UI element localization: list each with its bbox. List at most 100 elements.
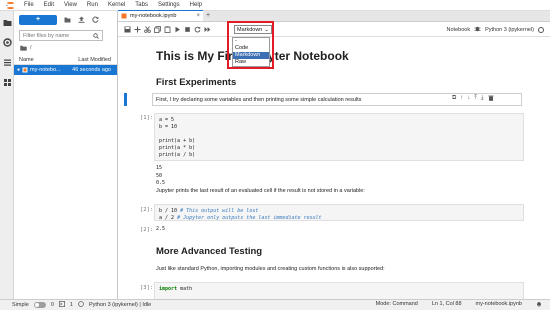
column-last-modified[interactable]: Last Modified (78, 57, 111, 63)
code-line: print(a + b) (159, 138, 196, 144)
markdown-text-1: First, I try declaring some variables an… (156, 97, 362, 103)
filter-files-input[interactable]: Filter files by name (19, 30, 103, 41)
file-name: my-notebo... (30, 67, 61, 73)
notebook-toolbar: Markdown ⌄ Notebook Python 3 (ipykernel) (118, 22, 550, 37)
editor-mode: Mode: Command (375, 301, 418, 307)
menu-settings[interactable]: Settings (153, 0, 185, 11)
folder-breadcrumb-icon (20, 45, 27, 51)
file-browser-toolbar: + (14, 11, 117, 28)
output-prompt-2: [2]: (140, 227, 154, 233)
folder-icon[interactable] (3, 18, 12, 27)
save-icon[interactable] (122, 24, 132, 34)
highlight-box (227, 21, 274, 69)
search-icon (93, 32, 99, 39)
run-icon[interactable] (172, 24, 182, 34)
notebook-label[interactable]: Notebook (447, 27, 471, 33)
copy-icon[interactable] (152, 24, 162, 34)
file-list-header: Name Last Modified (14, 56, 117, 65)
output-line: 50 (156, 172, 163, 179)
file-row[interactable]: ● my-notebo... 46 seconds ago (14, 65, 117, 75)
paste-icon[interactable] (162, 24, 172, 34)
stop-icon[interactable] (182, 24, 192, 34)
kernel-status-icon (538, 26, 544, 33)
output-line: 15 (156, 165, 163, 171)
menu-help[interactable]: Help (185, 0, 207, 11)
terminal-icon (58, 301, 65, 309)
active-cell-indicator (124, 93, 127, 106)
running-dot-icon: ● (17, 67, 21, 73)
file-modified: 46 seconds ago (72, 67, 111, 73)
add-tab-button[interactable]: + (203, 10, 213, 21)
insert-cell-icon[interactable] (132, 24, 142, 34)
insert-above-icon[interactable]: ⤒ (474, 95, 477, 103)
output-line: 0.5 (156, 180, 166, 186)
breadcrumb[interactable]: / (14, 43, 117, 52)
code-cell-1[interactable]: a = 5 b = 10 print(a + b) print(a * b) p… (154, 113, 524, 161)
running-kernels-icon[interactable] (3, 38, 12, 47)
fast-forward-icon[interactable] (202, 24, 212, 34)
tab-close-icon[interactable]: × (196, 13, 200, 19)
move-down-icon[interactable]: ↓ (467, 95, 470, 103)
tab-bar: my-notebook.ipynb × + (118, 10, 550, 22)
simple-mode-toggle[interactable] (33, 302, 46, 308)
jupyter-logo-icon (6, 1, 15, 10)
move-up-icon[interactable]: ↑ (460, 95, 463, 103)
file-browser: + Filter files by name / Name Last Modif… (14, 11, 118, 299)
refresh-icon[interactable] (92, 16, 99, 23)
delete-cell-icon[interactable] (488, 95, 494, 103)
heading-first-experiments: First Experiments (156, 77, 237, 88)
upload-icon[interactable] (78, 16, 85, 23)
menu-edit[interactable]: Edit (39, 0, 59, 11)
code-line: print(a / b) (159, 152, 196, 158)
extensions-icon[interactable] (3, 78, 12, 87)
tab-title: my-notebook.ipynb (130, 13, 177, 19)
kernel-count-icon (78, 301, 84, 309)
menu-view[interactable]: View (59, 0, 82, 11)
table-of-contents-icon[interactable] (3, 58, 12, 67)
simple-mode-label: Simple (12, 302, 29, 308)
duplicate-cell-icon[interactable]: ⧉ (452, 95, 456, 103)
kernel-status[interactable]: Python 3 (ipykernel) | Idle (89, 302, 151, 308)
terminals-count[interactable]: 0 (51, 302, 54, 308)
cursor-position[interactable]: Ln 1, Col 88 (432, 301, 462, 309)
code-cell-2[interactable]: b / 10 # This output will be lost a / 2 … (154, 204, 524, 221)
code-line: a / 2 # Jupyter only outputs the last im… (159, 215, 322, 221)
insert-below-icon[interactable]: ⤓ (481, 95, 484, 103)
markdown-text-2: Jupyter prints the last result of an eva… (156, 188, 365, 194)
notebook-content[interactable]: This is My First Jupyter Notebook First … (118, 37, 550, 299)
input-prompt-3: [3]: (140, 285, 154, 291)
status-bar: Simple 0 1 Python 3 (ipykernel) | Idle M… (0, 299, 550, 310)
input-prompt-2: [2]: (140, 207, 154, 213)
kernels-count[interactable]: 1 (70, 302, 73, 308)
heading-more-advanced-testing: More Advanced Testing (156, 246, 263, 257)
notebook-tab-icon (121, 13, 127, 19)
new-folder-icon[interactable] (64, 16, 71, 23)
code-line: b = 10 (159, 124, 178, 130)
menu-file[interactable]: File (19, 0, 39, 11)
output-1: 15 50 0.5 (156, 165, 165, 188)
activity-bar (0, 11, 14, 299)
kernel-name[interactable]: Python 3 (ipykernel) (485, 27, 534, 33)
notebook-file-icon (22, 67, 28, 73)
notification-bell-icon[interactable] (536, 301, 542, 309)
input-prompt-1: [1]: (140, 115, 154, 121)
bug-icon[interactable] (474, 25, 481, 34)
cut-icon[interactable] (142, 24, 152, 34)
menu-tabs[interactable]: Tabs (130, 0, 153, 11)
menu-run[interactable]: Run (82, 0, 103, 11)
column-name[interactable]: Name (19, 57, 34, 63)
code-line: b / 10 # This output will be lost (159, 208, 259, 214)
code-line: print(a * b) (159, 145, 196, 151)
menu-kernel[interactable]: Kernel (103, 0, 130, 11)
markdown-text-3: Just like standard Python, importing mod… (156, 266, 385, 272)
new-launcher-button[interactable]: + (19, 14, 57, 25)
menubar: File Edit View Run Kernel Tabs Settings … (0, 0, 550, 11)
code-cell-3[interactable]: import math (154, 282, 524, 299)
restart-icon[interactable] (192, 24, 202, 34)
current-file: my-notebook.ipynb (475, 301, 522, 307)
kernel-indicator: Notebook Python 3 (ipykernel) (447, 22, 544, 37)
code-line: a = 5 (159, 117, 175, 123)
breadcrumb-path: / (30, 44, 32, 51)
tab-my-notebook[interactable]: my-notebook.ipynb × (118, 10, 203, 21)
